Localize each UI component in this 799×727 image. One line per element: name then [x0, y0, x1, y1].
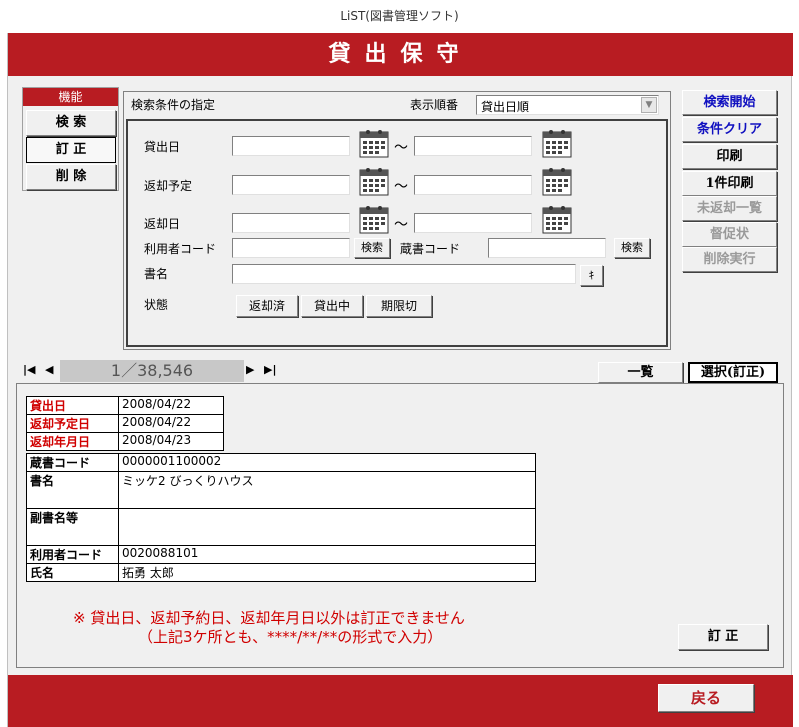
calendar-icon[interactable]	[359, 128, 389, 158]
calendar-icon[interactable]	[542, 166, 572, 196]
due-date-value[interactable]: 2008/04/22	[118, 414, 224, 433]
due-date-field-label: 返却予定日	[26, 414, 119, 433]
status-returned-button[interactable]: 返却済	[236, 295, 298, 317]
chevron-down-icon[interactable]: ▼	[641, 97, 657, 113]
table-row: 返却年月日 2008/04/23	[26, 432, 224, 451]
loan-date-to-input[interactable]	[414, 136, 532, 156]
table-row: 利用者コード 0020088101	[26, 545, 536, 564]
book-search-button[interactable]: 検索	[614, 238, 650, 258]
user-code-input[interactable]	[232, 238, 350, 258]
tab-list[interactable]: 一覧	[598, 362, 683, 383]
status-on-loan-button[interactable]: 貸出中	[301, 295, 363, 317]
notice-line-2: （上記3ケ所とも、****/**/**の形式で入力）	[138, 628, 443, 646]
last-record-icon[interactable]: ▶|	[264, 363, 276, 376]
correct-button[interactable]: 訂 正	[678, 624, 768, 650]
loan-date-field-label: 貸出日	[26, 396, 119, 415]
return-date-to-input[interactable]	[414, 213, 532, 233]
book-title-label: 書名	[144, 267, 169, 281]
table-row: 氏名 拓勇 太郎	[26, 563, 536, 582]
table-row: 書名 ミッケ2 びっくりハウス	[26, 471, 536, 509]
due-date-label: 返却予定	[144, 179, 193, 193]
calendar-icon[interactable]	[542, 204, 572, 234]
loan-date-value[interactable]: 2008/04/22	[118, 396, 224, 415]
first-record-icon[interactable]: |◀	[23, 363, 35, 376]
calendar-icon[interactable]	[542, 128, 572, 158]
user-search-button[interactable]: 検索	[354, 238, 390, 258]
sort-label: 表示順番	[410, 98, 459, 112]
due-date-to-input[interactable]	[414, 175, 532, 195]
due-date-from-input[interactable]	[232, 175, 350, 195]
record-counter: 1／38,546	[60, 360, 244, 382]
calendar-icon[interactable]	[359, 166, 389, 196]
book-code-field-label: 蔵書コード	[26, 453, 119, 472]
unreturned-list-button[interactable]: 未返却一覧	[682, 196, 777, 221]
user-code-field-label: 利用者コード	[26, 545, 119, 564]
title-field-label: 書名	[26, 471, 119, 509]
correct-mode-button[interactable]: 訂 正	[26, 137, 116, 163]
next-record-icon[interactable]: ▶	[246, 363, 254, 376]
main-frame: 貸出保守 機能 検 索 訂 正 削 除 検索条件の指定 表示順番 貸出日順 ▼ …	[7, 33, 793, 727]
search-panel-title: 検索条件の指定	[131, 98, 216, 112]
status-label: 状態	[144, 298, 169, 312]
table-row: 副書名等	[26, 508, 536, 546]
print-one-button[interactable]: 1件印刷	[682, 171, 777, 196]
prev-record-icon[interactable]: ◀	[45, 363, 53, 376]
search-start-button[interactable]: 検索開始	[682, 90, 777, 115]
name-value: 拓勇 太郎	[118, 563, 536, 582]
record-navigator: |◀ ◀ 1／38,546 ▶ ▶|	[18, 360, 288, 382]
subtitle-value	[118, 508, 536, 546]
function-panel-title: 機能	[23, 88, 118, 106]
notice-line-1: ※ 貸出日、返却予約日、返却年月日以外は訂正できません	[73, 609, 465, 627]
page-title: 貸出保守	[8, 33, 793, 76]
table-row: 蔵書コード 0000001100002	[26, 453, 536, 472]
table-row: 返却予定日 2008/04/22	[26, 414, 224, 433]
return-date-value[interactable]: 2008/04/23	[118, 432, 224, 451]
status-overdue-button[interactable]: 期限切	[366, 295, 432, 317]
delete-mode-button[interactable]: 削 除	[26, 164, 116, 190]
sort-select[interactable]: 貸出日順 ▼	[476, 95, 659, 115]
sort-select-value: 貸出日順	[481, 100, 530, 114]
return-date-field-label: 返却年月日	[26, 432, 119, 451]
record-date-table: 貸出日 2008/04/22 返却予定日 2008/04/22 返却年月日 20…	[26, 396, 224, 451]
range-separator: ～	[394, 217, 408, 233]
book-code-label: 蔵書コード	[400, 242, 461, 256]
range-separator: ～	[394, 140, 408, 156]
table-row: 貸出日 2008/04/22	[26, 396, 224, 415]
book-title-input[interactable]	[232, 264, 576, 284]
user-code-label: 利用者コード	[144, 242, 217, 256]
record-detail-table: 蔵書コード 0000001100002 書名 ミッケ2 びっくりハウス 副書名等…	[26, 453, 536, 582]
reminder-button[interactable]: 督促状	[682, 222, 777, 247]
book-code-input[interactable]	[488, 238, 606, 258]
search-mode-button[interactable]: 検 索	[26, 110, 116, 136]
name-field-label: 氏名	[26, 563, 119, 582]
tab-select-correct[interactable]: 選択(訂正)	[688, 362, 778, 383]
loan-date-label: 貸出日	[144, 140, 181, 154]
loan-date-from-input[interactable]	[232, 136, 350, 156]
window-title: LiST(図書管理ソフト)	[0, 0, 799, 33]
book-code-value: 0000001100002	[118, 453, 536, 472]
range-separator: ～	[394, 179, 408, 195]
title-value: ミッケ2 びっくりハウス	[118, 471, 536, 509]
user-code-value: 0020088101	[118, 545, 536, 564]
clear-conditions-button[interactable]: 条件クリア	[682, 117, 777, 142]
return-date-from-input[interactable]	[232, 213, 350, 233]
kana-button[interactable]: ｷ	[580, 265, 603, 286]
print-button[interactable]: 印刷	[682, 144, 777, 169]
delete-execute-button[interactable]: 削除実行	[682, 247, 777, 272]
subtitle-field-label: 副書名等	[26, 508, 119, 546]
calendar-icon[interactable]	[359, 204, 389, 234]
back-button[interactable]: 戻る	[658, 684, 754, 712]
return-date-label: 返却日	[144, 217, 181, 231]
